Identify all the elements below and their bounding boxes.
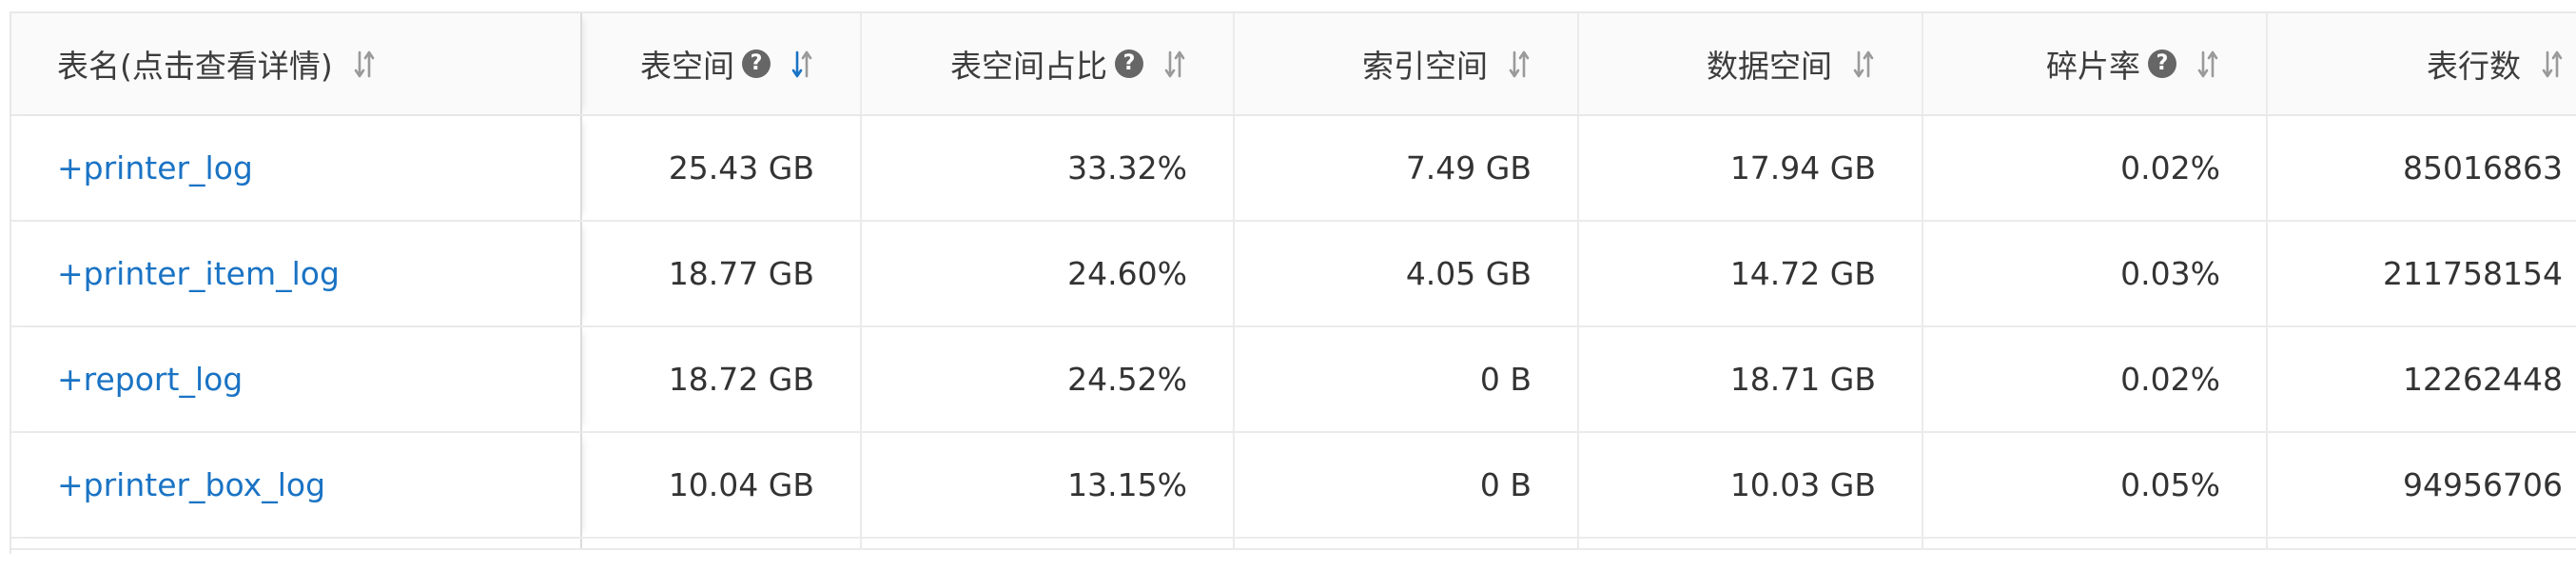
- fragmentation-cell: 0.02%: [1923, 327, 2268, 431]
- fragmentation-cell: [1923, 539, 2268, 548]
- table-name-cell: +printer_box_log: [11, 433, 582, 537]
- table-space-table: 表名(点击查看详情) 表空间 ? 表空间占比 ? 索引空间 数据空间 碎片率 ?…: [10, 11, 2576, 554]
- table-space-cell: 25.43 GB: [582, 116, 862, 220]
- index-space-cell: 0 B: [1235, 433, 1579, 537]
- data-space-cell: 14.72 GB: [1579, 222, 1923, 325]
- data-space-cell: 10.03 GB: [1579, 433, 1923, 537]
- sort-arrows-icon[interactable]: [354, 49, 375, 78]
- space-ratio-cell: 13.15%: [862, 433, 1235, 537]
- question-circle-icon[interactable]: ?: [2148, 49, 2176, 78]
- table-name-link[interactable]: +printer_log: [57, 149, 253, 187]
- table-row: +report_log 18.72 GB 24.52% 0 B 18.71 GB…: [11, 327, 2576, 433]
- sort-arrows-icon[interactable]: [791, 49, 812, 78]
- row-count-cell: 211758154: [2383, 255, 2563, 292]
- fragmentation-cell: 0.03%: [1923, 222, 2268, 325]
- column-header-label: 表空间: [640, 48, 734, 85]
- table-name-link[interactable]: +printer_item_log: [57, 255, 340, 292]
- table-row: +printer_log 25.43 GB 33.32% 7.49 GB 17.…: [11, 116, 2576, 222]
- table-row-partial: [11, 539, 2576, 550]
- fragmentation-cell: 0.02%: [1923, 116, 2268, 220]
- fragmentation-cell: 0.05%: [1923, 433, 2268, 537]
- column-header-table-space[interactable]: 表空间 ?: [582, 13, 862, 114]
- row-count-cell: 12262448: [2403, 361, 2563, 398]
- space-ratio-cell: [862, 539, 1235, 548]
- table-row: +printer_box_log 10.04 GB 13.15% 0 B 10.…: [11, 433, 2576, 539]
- question-circle-icon[interactable]: ?: [742, 49, 771, 78]
- index-space-cell: 4.05 GB: [1235, 222, 1579, 325]
- row-count-cell: 85016863: [2403, 149, 2563, 187]
- sort-arrows-icon[interactable]: [1164, 49, 1185, 78]
- space-ratio-cell: 33.32%: [862, 116, 1235, 220]
- space-ratio-cell: 24.52%: [862, 327, 1235, 431]
- column-header-label: 索引空间: [1362, 48, 1488, 85]
- index-space-cell: 0 B: [1235, 327, 1579, 431]
- sort-arrows-icon[interactable]: [2542, 49, 2563, 78]
- column-header-index-space[interactable]: 索引空间: [1235, 13, 1579, 114]
- table-header-row: 表名(点击查看详情) 表空间 ? 表空间占比 ? 索引空间 数据空间 碎片率 ?…: [11, 13, 2576, 116]
- index-space-cell: 7.49 GB: [1235, 116, 1579, 220]
- column-header-space-ratio[interactable]: 表空间占比 ?: [862, 13, 1235, 114]
- column-header-label: 表行数: [2427, 48, 2521, 85]
- table-name-link[interactable]: +report_log: [57, 361, 243, 398]
- column-header-label: 数据空间: [1707, 48, 1832, 85]
- data-space-cell: 18.71 GB: [1579, 327, 1923, 431]
- table-space-cell: 10.04 GB: [582, 433, 862, 537]
- table-space-cell: 18.72 GB: [582, 327, 862, 431]
- table-name-cell: +printer_item_log: [11, 222, 582, 325]
- table-name-cell: +printer_log: [11, 116, 582, 220]
- question-circle-icon[interactable]: ?: [1115, 49, 1143, 78]
- column-header-table-name[interactable]: 表名(点击查看详情): [11, 13, 582, 114]
- table-name-cell: +report_log: [11, 327, 582, 431]
- column-header-label: 碎片率: [2046, 48, 2140, 85]
- data-space-cell: [1579, 539, 1923, 548]
- column-header-fragmentation[interactable]: 碎片率 ?: [1923, 13, 2268, 114]
- table-name-cell: [11, 539, 582, 548]
- column-header-row-count[interactable]: 表行数: [2268, 13, 2576, 114]
- column-header-label: 表空间占比: [950, 48, 1107, 85]
- sort-arrows-icon[interactable]: [1509, 49, 1530, 78]
- table-row: +printer_item_log 18.77 GB 24.60% 4.05 G…: [11, 222, 2576, 327]
- index-space-cell: [1235, 539, 1579, 548]
- sort-arrows-icon[interactable]: [2197, 49, 2218, 78]
- sort-arrows-icon[interactable]: [1853, 49, 1874, 78]
- table-space-cell: [582, 539, 862, 548]
- column-header-data-space[interactable]: 数据空间: [1579, 13, 1923, 114]
- table-name-link[interactable]: +printer_box_log: [57, 466, 325, 503]
- space-ratio-cell: 24.60%: [862, 222, 1235, 325]
- row-count-cell: 94956706: [2403, 466, 2563, 503]
- data-space-cell: 17.94 GB: [1579, 116, 1923, 220]
- table-space-cell: 18.77 GB: [582, 222, 862, 325]
- column-header-label: 表名(点击查看详情): [57, 48, 333, 85]
- row-count-cell: [2268, 539, 2576, 548]
